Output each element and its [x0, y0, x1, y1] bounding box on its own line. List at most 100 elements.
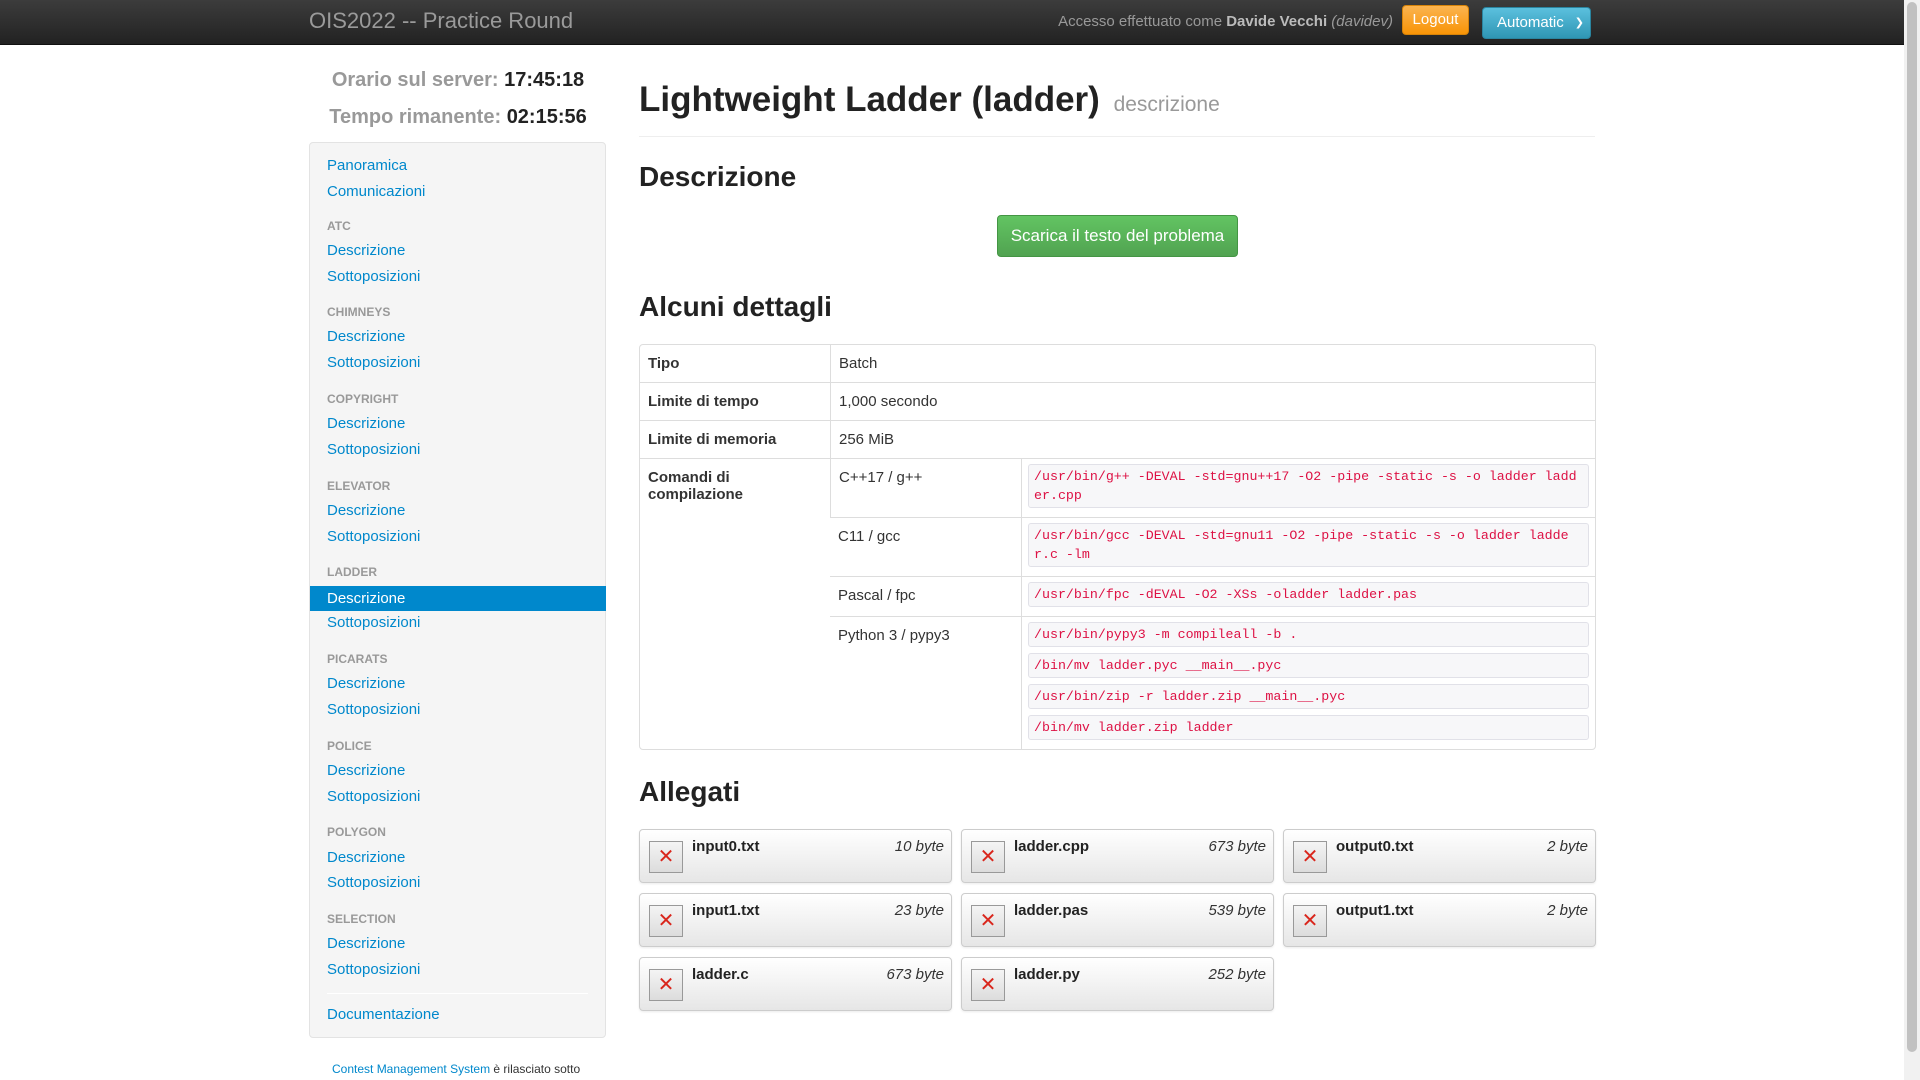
- type-value: Batch: [830, 345, 1595, 382]
- contest-brand[interactable]: OIS2022 -- Practice Round: [309, 8, 573, 34]
- task-header-polygon: POLYGON: [327, 825, 386, 839]
- attachment-name: ladder.pas: [1014, 902, 1089, 919]
- sidebar-item-police-description[interactable]: Descrizione: [310, 758, 605, 783]
- attachment-name: output1.txt: [1336, 902, 1414, 919]
- attachment-name: ladder.c: [692, 966, 749, 983]
- sidebar-item-overview[interactable]: Panoramica: [310, 153, 605, 178]
- page-title: Lightweight Ladder (ladder) descrizione: [639, 80, 1220, 120]
- sidebar-divider: [327, 993, 588, 994]
- sidebar-item-atc-description[interactable]: Descrizione: [310, 238, 605, 263]
- remaining-time-label: Tempo rimanente:: [329, 106, 502, 128]
- login-info: Accesso effettuato come Davide Vecchi (d…: [1058, 13, 1393, 30]
- chevron-down-icon: ❯: [1574, 17, 1584, 29]
- page-scrollbar[interactable]: [1904, 0, 1920, 1080]
- table-row: Limite di tempo 1,000 secondo: [640, 382, 1595, 420]
- attachment-size: 10 byte: [894, 838, 944, 855]
- download-statement-button[interactable]: Scarica il testo del problema: [997, 215, 1238, 257]
- broken-file-icon: ✕: [1293, 841, 1327, 873]
- table-row: Limite di memoria 256 MiB: [640, 420, 1595, 458]
- sidebar-item-picarats-description[interactable]: Descrizione: [310, 671, 605, 696]
- remaining-time: Tempo rimanente: 02:15:56: [310, 106, 606, 129]
- sidebar-item-ladder-description[interactable]: Descrizione: [310, 586, 606, 611]
- page-subtitle: descrizione: [1113, 93, 1220, 116]
- task-header-ladder: LADDER: [327, 565, 377, 579]
- attachment-item[interactable]: ✕ input1.txt 23 byte: [639, 893, 952, 947]
- attachment-name: ladder.py: [1014, 966, 1080, 983]
- attachment-size: 2 byte: [1547, 838, 1588, 855]
- remaining-time-value: 02:15:56: [506, 106, 587, 128]
- sidebar-item-chimneys-description[interactable]: Descrizione: [310, 324, 605, 349]
- broken-file-icon: ✕: [649, 969, 683, 1001]
- compile-commands: /usr/bin/g++ -DEVAL -std=gnu++17 -O2 -pi…: [1021, 458, 1595, 517]
- compile-command: /usr/bin/g++ -DEVAL -std=gnu++17 -O2 -pi…: [1028, 464, 1589, 508]
- table-row: Tipo Batch: [640, 345, 1595, 382]
- compile-commands: /usr/bin/gcc -DEVAL -std=gnu11 -O2 -pipe…: [1021, 517, 1595, 576]
- sidebar-item-police-submissions[interactable]: Sottoposizioni: [310, 784, 605, 809]
- attachment-size: 2 byte: [1547, 902, 1588, 919]
- user-name: Davide Vecchi: [1226, 13, 1328, 30]
- compile-command: /bin/mv ladder.pyc __main__.pyc: [1028, 653, 1589, 678]
- attachment-size: 673 byte: [1208, 838, 1266, 855]
- sidebar-item-selection-description[interactable]: Descrizione: [310, 931, 605, 956]
- attachment-item[interactable]: ✕ ladder.py 252 byte: [961, 957, 1274, 1011]
- sidebar-item-polygon-description[interactable]: Descrizione: [310, 845, 605, 870]
- footer-note: Contest Management System è rilasciato s…: [332, 1062, 580, 1076]
- attachment-item[interactable]: ✕ ladder.c 673 byte: [639, 957, 952, 1011]
- attachment-item[interactable]: ✕ ladder.pas 539 byte: [961, 893, 1274, 947]
- attachment-size: 539 byte: [1208, 902, 1266, 919]
- scrollbar-thumb[interactable]: [1907, 2, 1917, 1052]
- attachment-size: 23 byte: [894, 902, 944, 919]
- compile-command: /usr/bin/pypy3 -m compileall -b .: [1028, 622, 1589, 647]
- logout-button[interactable]: Logout: [1402, 5, 1469, 35]
- attachment-name: input1.txt: [692, 902, 760, 919]
- task-header-selection: SELECTION: [327, 912, 396, 926]
- task-header-picarats: PICARATS: [327, 652, 388, 666]
- broken-file-icon: ✕: [649, 841, 683, 873]
- sidebar-item-picarats-submissions[interactable]: Sottoposizioni: [310, 697, 605, 722]
- broken-file-icon: ✕: [971, 905, 1005, 937]
- attachment-item[interactable]: ✕ ladder.cpp 673 byte: [961, 829, 1274, 883]
- sidebar-item-chimneys-submissions[interactable]: Sottoposizioni: [310, 350, 605, 375]
- sidebar-item-copyright-submissions[interactable]: Sottoposizioni: [310, 437, 605, 462]
- compile-commands: /usr/bin/pypy3 -m compileall -b . /bin/m…: [1021, 616, 1595, 749]
- sidebar-item-communications[interactable]: Comunicazioni: [310, 179, 605, 204]
- task-header-copyright: COPYRIGHT: [327, 392, 399, 406]
- broken-file-icon: ✕: [971, 841, 1005, 873]
- sidebar-item-elevator-submissions[interactable]: Sottoposizioni: [310, 524, 605, 549]
- attachment-item[interactable]: ✕ output0.txt 2 byte: [1283, 829, 1596, 883]
- attachments-heading: Allegati: [639, 776, 741, 807]
- sidebar-item-ladder-submissions[interactable]: Sottoposizioni: [310, 610, 605, 635]
- attachment-item[interactable]: ✕ output1.txt 2 byte: [1283, 893, 1596, 947]
- sidebar-item-documentation[interactable]: Documentazione: [310, 1002, 605, 1027]
- theme-select-value: Automatic: [1497, 14, 1564, 31]
- theme-select[interactable]: Automatic ❯: [1482, 7, 1591, 39]
- compiler-language: Python 3 / pypy3: [830, 616, 1021, 749]
- top-navbar: OIS2022 -- Practice Round Accesso effett…: [0, 0, 1904, 45]
- attachment-size: 252 byte: [1208, 966, 1266, 983]
- compile-command: /usr/bin/gcc -DEVAL -std=gnu11 -O2 -pipe…: [1028, 523, 1589, 567]
- attachment-item[interactable]: ✕ input0.txt 10 byte: [639, 829, 952, 883]
- time-limit-value: 1,000 secondo: [830, 382, 1595, 420]
- attachment-name: ladder.cpp: [1014, 838, 1090, 855]
- time-limit-label: Limite di tempo: [640, 382, 830, 420]
- sidebar-nav: Panoramica Comunicazioni ATC Descrizione…: [309, 142, 606, 1038]
- cms-link[interactable]: Contest Management System: [332, 1062, 490, 1076]
- compiler-language: C11 / gcc: [830, 517, 1021, 576]
- broken-file-icon: ✕: [971, 969, 1005, 1001]
- compiler-language: C++17 / g++: [830, 458, 1021, 517]
- type-label: Tipo: [648, 355, 680, 372]
- task-header-police: POLICE: [327, 739, 372, 753]
- sidebar-item-elevator-description[interactable]: Descrizione: [310, 498, 605, 523]
- compile-command: /usr/bin/zip -r ladder.zip __main__.pyc: [1028, 684, 1589, 709]
- description-heading: Descrizione: [639, 161, 797, 192]
- sidebar-item-selection-submissions[interactable]: Sottoposizioni: [310, 957, 605, 982]
- sidebar-item-copyright-description[interactable]: Descrizione: [310, 411, 605, 436]
- sidebar-item-polygon-submissions[interactable]: Sottoposizioni: [310, 870, 605, 895]
- task-header-atc: ATC: [327, 219, 351, 233]
- server-time: Orario sul server: 17:45:18: [310, 69, 606, 92]
- task-title: Lightweight Ladder (ladder): [639, 80, 1100, 119]
- sidebar-item-atc-submissions[interactable]: Sottoposizioni: [310, 264, 605, 289]
- details-heading: Alcuni dettagli: [639, 291, 832, 322]
- broken-file-icon: ✕: [1293, 905, 1327, 937]
- footer-text: è rilasciato sotto: [490, 1062, 581, 1076]
